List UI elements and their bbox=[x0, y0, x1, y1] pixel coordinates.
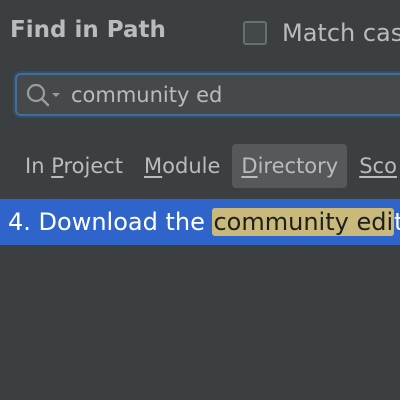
tab-label-after: irectory bbox=[257, 154, 339, 178]
search-field[interactable] bbox=[15, 73, 400, 116]
tab-label-before: In bbox=[25, 154, 52, 178]
tab-scope[interactable]: Sco bbox=[350, 144, 400, 188]
tab-directory[interactable]: Directory bbox=[232, 144, 348, 188]
match-case-option[interactable]: Match cas bbox=[243, 18, 400, 48]
tab-mnemonic: M bbox=[144, 154, 163, 178]
result-text: 4. Download the community edit bbox=[8, 206, 400, 238]
result-match-highlight: community edi bbox=[212, 208, 395, 236]
result-prefix: 4. Download the bbox=[8, 208, 213, 236]
search-input[interactable] bbox=[71, 79, 400, 111]
tab-mnemonic: P bbox=[51, 154, 64, 178]
tab-mnemonic: D bbox=[241, 154, 258, 178]
match-case-checkbox[interactable] bbox=[243, 21, 267, 45]
tab-mnemonic: Sco bbox=[359, 154, 397, 178]
result-suffix: t bbox=[394, 208, 400, 236]
result-row[interactable]: 4. Download the community edit bbox=[0, 199, 400, 245]
find-in-path-dialog: Find in Path Match cas In Project Module… bbox=[0, 0, 400, 400]
tab-module[interactable]: Module bbox=[135, 144, 229, 188]
scope-tabs: In Project Module Directory Sco bbox=[16, 144, 400, 188]
tab-label-after: roject bbox=[63, 154, 124, 178]
match-case-label: Match cas bbox=[282, 19, 400, 47]
tab-label-after: odule bbox=[162, 154, 221, 178]
tab-in-project[interactable]: In Project bbox=[16, 144, 132, 188]
search-icon[interactable] bbox=[23, 81, 65, 109]
dialog-title: Find in Path bbox=[10, 17, 166, 43]
